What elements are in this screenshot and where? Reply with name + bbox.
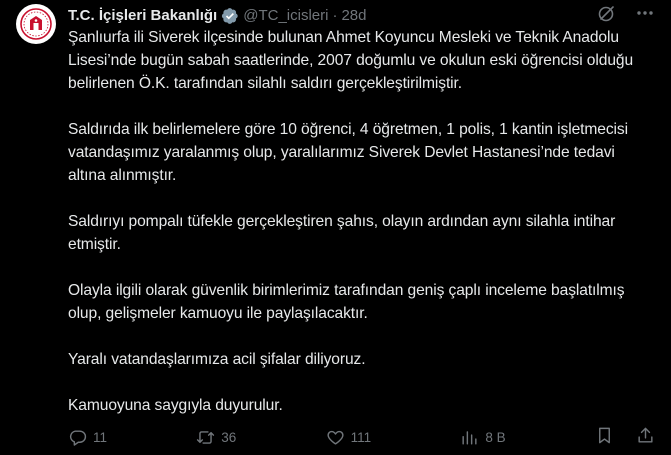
tweet-header: T.C. İçişleri Bakanlığı @TC_icisleri · 2… xyxy=(68,6,655,26)
bookmark-button[interactable] xyxy=(595,426,614,448)
reply-icon xyxy=(69,429,87,446)
bookmark-icon xyxy=(599,427,610,444)
share-button[interactable] xyxy=(636,426,655,448)
reply-count: 11 xyxy=(93,429,108,445)
like-button[interactable]: 111 xyxy=(326,428,372,447)
like-icon xyxy=(327,430,344,445)
separator-dot: · xyxy=(332,7,338,24)
tweet-paragraph: Saldırıyı pompalı tüfekle gerçekleştiren… xyxy=(68,213,616,253)
secondary-actions xyxy=(595,426,655,448)
header-actions xyxy=(597,6,655,26)
user-handle[interactable]: @TC_icisleri xyxy=(243,6,328,26)
repost-count: 36 xyxy=(221,429,237,445)
repost-icon xyxy=(197,430,215,444)
tweet-text: Şanlıurfa ili Siverek ilçesinde bulunan … xyxy=(68,26,655,417)
tweet-paragraph: Yaralı vatandaşlarımıza acil şifalar dil… xyxy=(68,351,366,368)
views-count: 8 B xyxy=(485,429,506,445)
views-button[interactable]: 8 B xyxy=(460,428,506,447)
tweet-paragraph: Şanlıurfa ili Siverek ilçesinde bulunan … xyxy=(68,29,634,92)
avatar[interactable] xyxy=(16,4,56,44)
ministry-logo-icon xyxy=(20,8,52,40)
tweet-paragraph: Olayla ilgili olarak güvenlik birimlerim… xyxy=(68,282,625,322)
display-name[interactable]: T.C. İçişleri Bakanlığı xyxy=(68,6,217,26)
reply-button[interactable]: 11 xyxy=(68,428,107,447)
share-icon xyxy=(638,427,653,443)
verified-badge-icon[interactable] xyxy=(221,7,239,25)
views-icon xyxy=(462,430,477,445)
tweet-paragraph: Kamuoyuna saygıyla duyurulur. xyxy=(68,397,283,414)
timestamp[interactable]: 28d xyxy=(341,6,366,26)
tweet-paragraph: Saldırıda ilk belirlemelere göre 10 öğre… xyxy=(68,121,628,184)
repost-button[interactable]: 36 xyxy=(196,428,236,447)
tweet: T.C. İçişleri Bakanlığı @TC_icisleri · 2… xyxy=(0,0,671,455)
action-bar: 11 36 111 8 B xyxy=(68,426,655,448)
like-count: 111 xyxy=(350,429,372,445)
